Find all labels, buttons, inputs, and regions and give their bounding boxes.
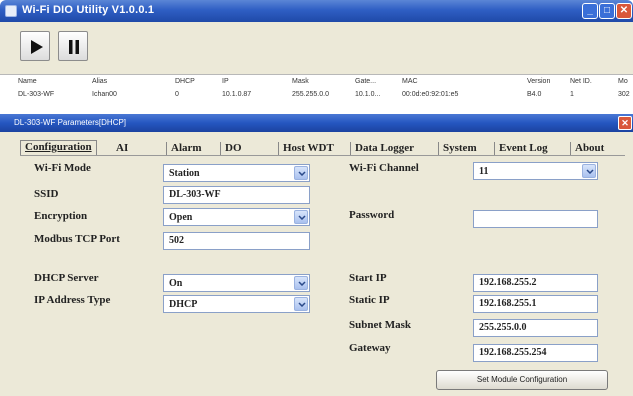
tab-host-wdt[interactable]: Host WDT — [278, 142, 338, 156]
parameters-dialog: DL-303-WF Parameters[DHCP] ✕ Configurati… — [0, 114, 633, 396]
dhcp-server-value: On — [169, 278, 183, 289]
column-header-mask[interactable]: Mask — [292, 78, 309, 85]
ip-type-value: DHCP — [169, 299, 198, 310]
ssid-field[interactable]: DL-303-WF — [163, 186, 310, 204]
chevron-down-icon — [294, 166, 308, 180]
static-ip-label: Static IP — [349, 294, 390, 306]
tab-event-log[interactable]: Event Log — [494, 142, 552, 156]
column-header-version[interactable]: Version — [527, 78, 550, 85]
toolbar — [0, 22, 633, 74]
column-header-name[interactable]: Name — [18, 78, 37, 85]
cell-mac: 00:0d:e0:92:01:e5 — [402, 91, 459, 98]
subnet-mask-field[interactable]: 255.255.0.0 — [473, 319, 598, 337]
wifi-channel-value: 11 — [479, 166, 489, 177]
column-header-gateway[interactable]: Gate... — [355, 78, 376, 85]
wifi-mode-value: Station — [169, 168, 200, 179]
dhcp-server-label: DHCP Server — [34, 272, 99, 284]
subnet-mask-label: Subnet Mask — [349, 319, 412, 331]
cell-name: DL-303-WF — [18, 91, 55, 98]
cell-net-id: 1 — [570, 91, 574, 98]
column-header-net-id[interactable]: Net ID. — [570, 78, 592, 85]
dialog-title: DL-303-WF Parameters[DHCP] — [14, 118, 127, 127]
play-icon — [31, 40, 43, 54]
column-header-ip[interactable]: IP — [222, 78, 229, 85]
tab-ai[interactable]: AI — [112, 142, 132, 156]
tab-data-logger[interactable]: Data Logger — [350, 142, 418, 156]
chevron-down-icon — [294, 297, 308, 311]
ip-type-label: IP Address Type — [34, 294, 111, 306]
encryption-label: Encryption — [34, 210, 88, 222]
column-header-dhcp[interactable]: DHCP — [175, 78, 195, 85]
close-button[interactable]: ✕ — [616, 3, 632, 19]
set-module-configuration-button[interactable]: Set Module Configuration — [436, 370, 608, 390]
tab-divider — [20, 155, 625, 156]
dhcp-server-select[interactable]: On — [163, 274, 310, 292]
gateway-label: Gateway — [349, 342, 391, 354]
start-ip-field[interactable]: 192.168.255.2 — [473, 274, 598, 292]
device-list: Name Alias DHCP IP Mask Gate... MAC Vers… — [0, 74, 633, 114]
tab-configuration[interactable]: Configuration — [20, 140, 97, 156]
cell-alias: Ichan00 — [92, 91, 117, 98]
cell-version: B4.0 — [527, 91, 542, 98]
ip-type-select[interactable]: DHCP — [163, 295, 310, 313]
pause-icon — [69, 40, 79, 54]
chevron-down-icon — [582, 164, 596, 178]
chevron-down-icon — [294, 276, 308, 290]
cell-mask: 255.255.0.0 — [292, 91, 329, 98]
cell-gateway: 10.1.0... — [355, 91, 381, 98]
app-icon — [5, 5, 17, 17]
pause-button[interactable] — [58, 31, 88, 61]
chevron-down-icon — [294, 210, 308, 224]
wifi-channel-label: Wi-Fi Channel — [349, 162, 419, 174]
device-list-header: Name Alias DHCP IP Mask Gate... MAC Vers… — [0, 78, 633, 90]
window-title: Wi-Fi DIO Utility V1.0.0.1 — [22, 4, 155, 16]
tab-alarm[interactable]: Alarm — [166, 142, 206, 156]
start-ip-label: Start IP — [349, 272, 387, 284]
tab-bar: Configuration AI Alarm DO Host WDT Data … — [20, 140, 625, 156]
password-field[interactable] — [473, 210, 598, 228]
start-button[interactable] — [20, 31, 50, 61]
tab-do[interactable]: DO — [220, 142, 246, 156]
wifi-mode-select[interactable]: Station — [163, 164, 310, 182]
tab-about[interactable]: About — [570, 142, 608, 156]
static-ip-field[interactable]: 192.168.255.1 — [473, 295, 598, 313]
dialog-close-button[interactable]: ✕ — [618, 116, 632, 130]
device-row[interactable]: DL-303-WF Ichan00 0 10.1.0.87 255.255.0.… — [0, 91, 633, 103]
password-label: Password — [349, 209, 395, 221]
ssid-label: SSID — [34, 188, 59, 200]
gateway-field[interactable]: 192.168.255.254 — [473, 344, 598, 362]
cell-model: 302 — [618, 91, 630, 98]
dialog-title-bar: DL-303-WF Parameters[DHCP] ✕ — [0, 114, 633, 132]
wifi-channel-select[interactable]: 11 — [473, 162, 598, 180]
cell-ip: 10.1.0.87 — [222, 91, 252, 98]
encryption-select[interactable]: Open — [163, 208, 310, 226]
column-header-alias[interactable]: Alias — [92, 78, 107, 85]
minimize-button[interactable]: _ — [582, 3, 598, 19]
cell-dhcp: 0 — [175, 91, 179, 98]
main-title-bar: Wi-Fi DIO Utility V1.0.0.1 _ □ ✕ — [0, 0, 633, 22]
wifi-mode-label: Wi-Fi Mode — [34, 162, 91, 174]
column-header-mac[interactable]: MAC — [402, 78, 418, 85]
modbus-port-field[interactable]: 502 — [163, 232, 310, 250]
encryption-value: Open — [169, 212, 193, 223]
modbus-port-label: Modbus TCP Port — [34, 233, 120, 245]
tab-system[interactable]: System — [438, 142, 481, 156]
column-header-model[interactable]: Mo — [618, 78, 628, 85]
maximize-button[interactable]: □ — [599, 3, 615, 19]
